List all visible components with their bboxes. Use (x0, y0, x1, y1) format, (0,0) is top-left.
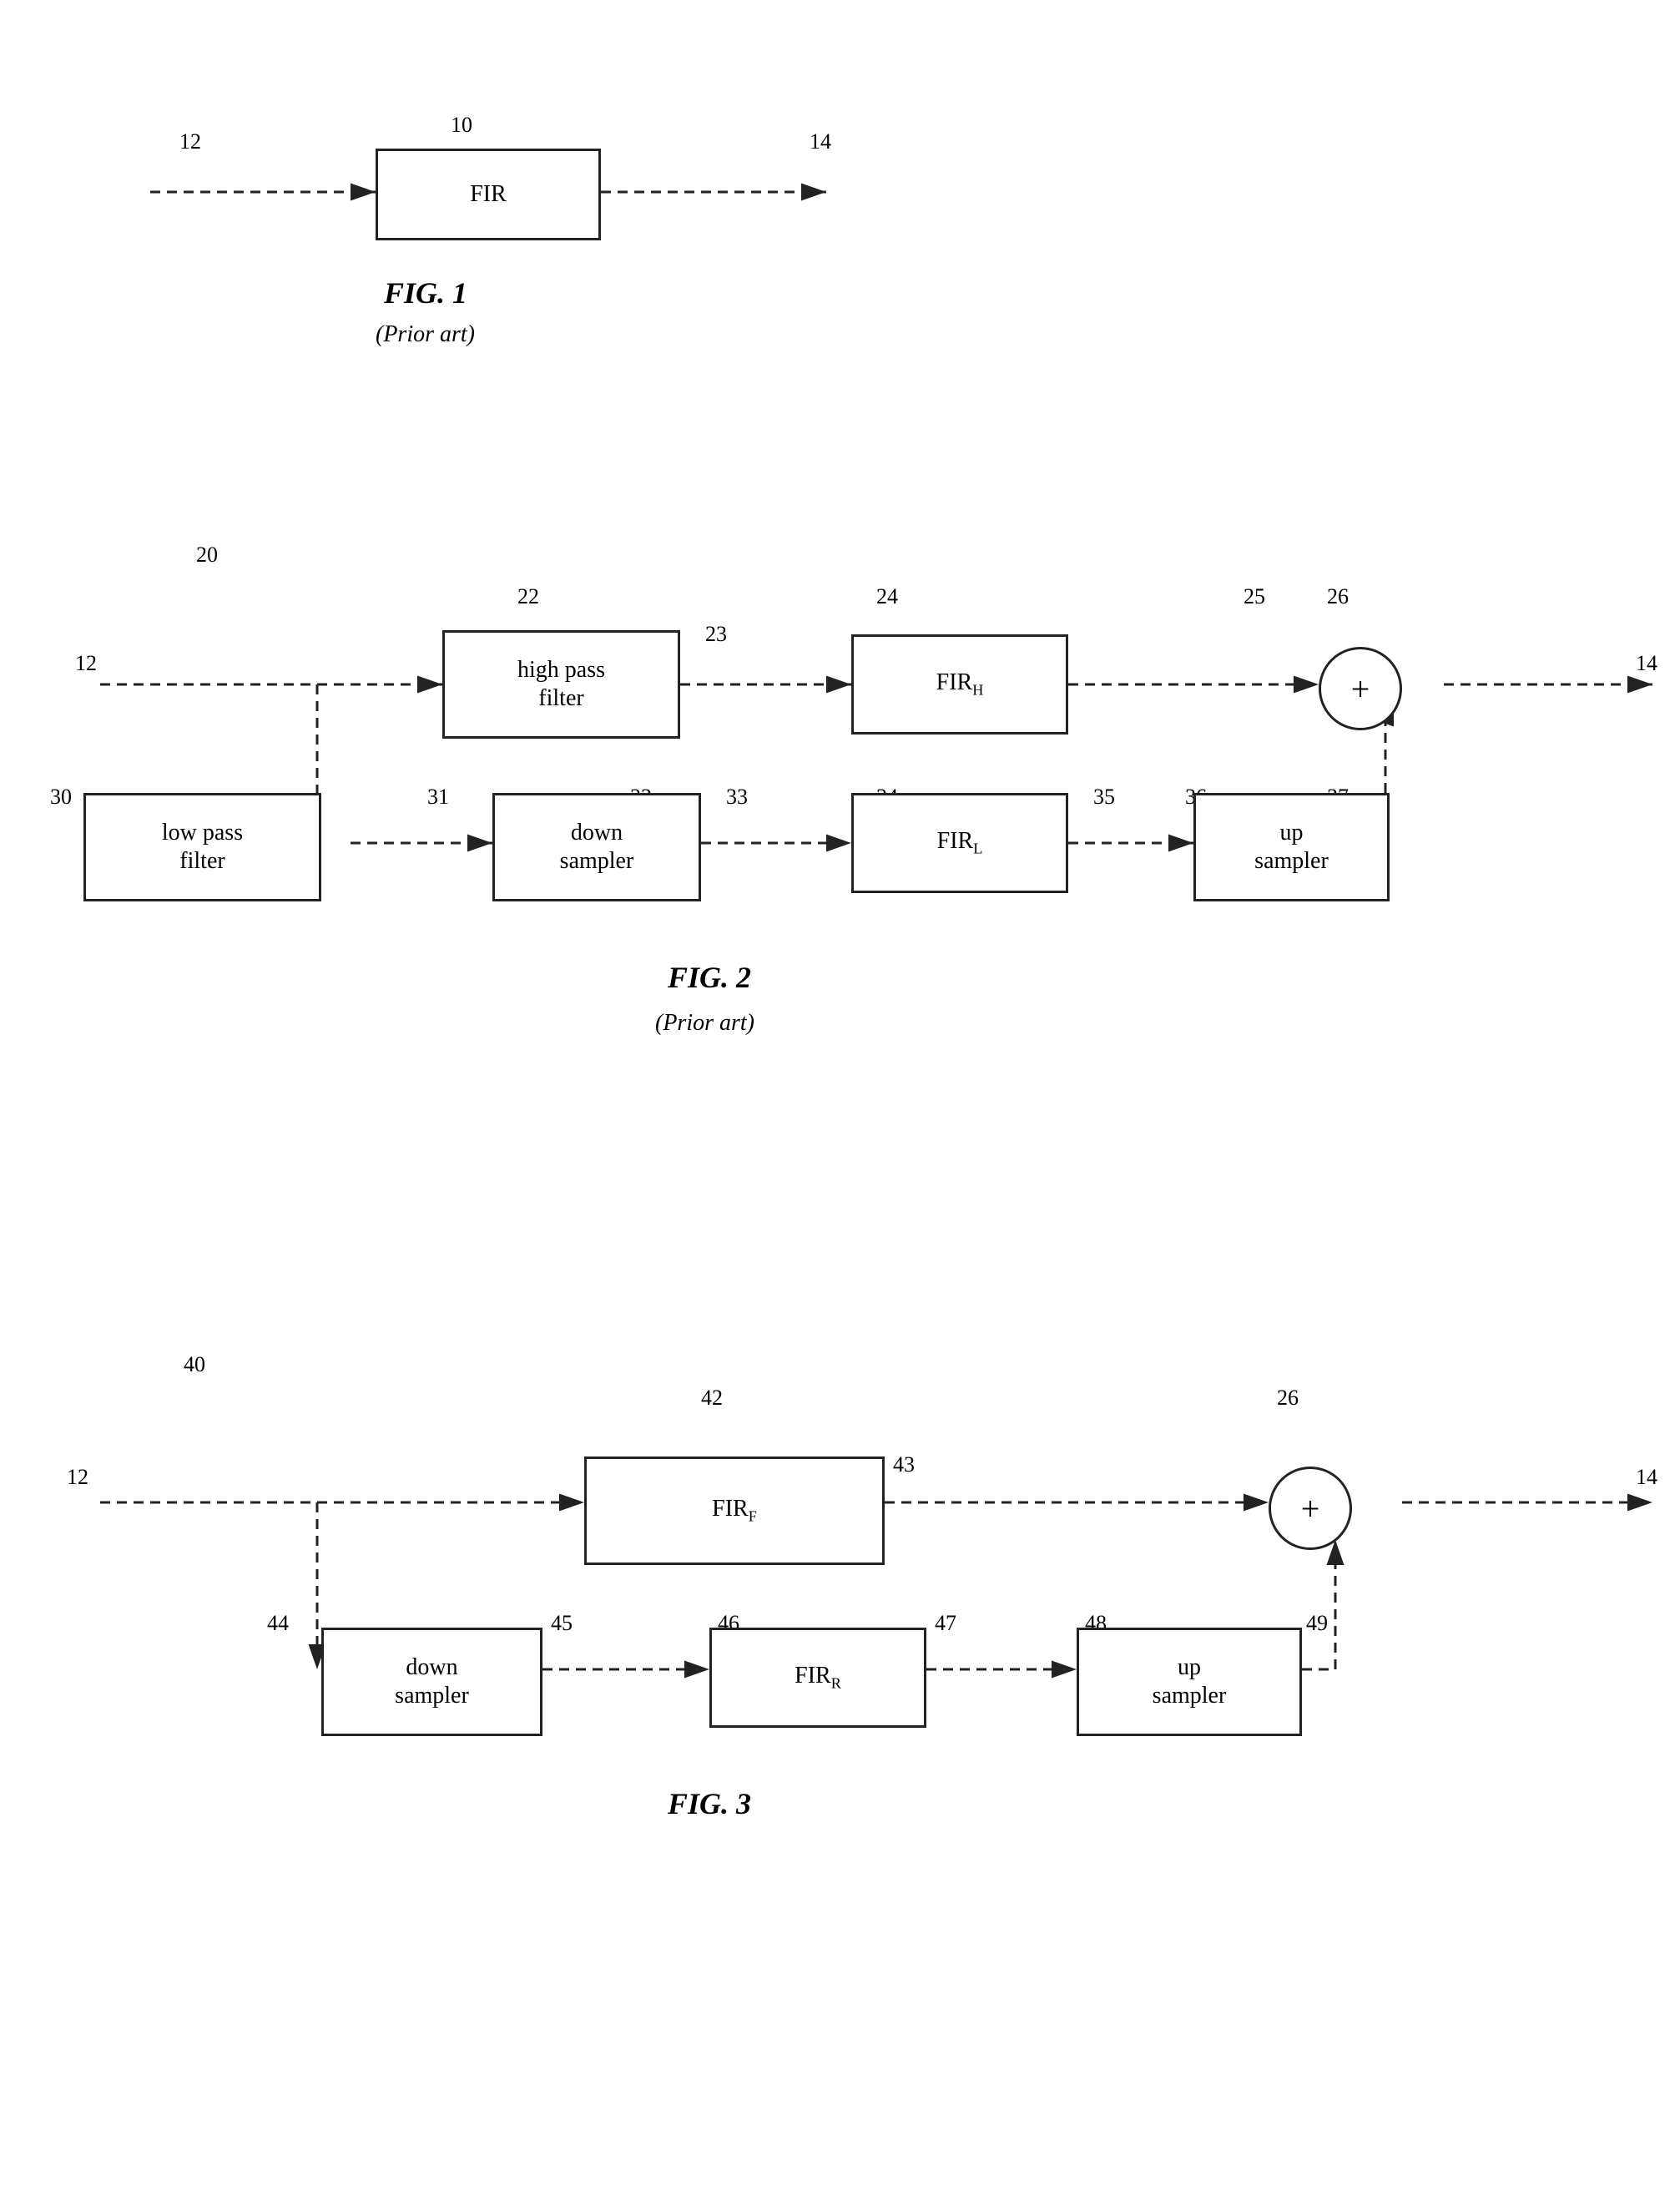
label-30: 30 (50, 785, 72, 810)
fig2-subcaption: (Prior art) (655, 1010, 754, 1037)
label-45: 45 (551, 1611, 573, 1636)
sum-circle-fig2: + (1319, 647, 1402, 730)
fig1-subcaption: (Prior art) (376, 321, 475, 348)
label-22: 22 (517, 584, 539, 609)
sum-circle-fig3: + (1269, 1467, 1352, 1550)
label-12-fig3: 12 (67, 1465, 88, 1490)
label-24: 24 (876, 584, 898, 609)
down-sampler-box-fig2: downsampler (492, 793, 701, 901)
label-26-fig2: 26 (1327, 584, 1349, 609)
fir-h-box: FIRH (851, 634, 1068, 735)
label-31: 31 (427, 785, 449, 810)
fig3-title: FIG. 3 (668, 1786, 751, 1821)
fig2-title: FIG. 2 (668, 960, 751, 995)
label-47: 47 (935, 1611, 956, 1636)
label-49: 49 (1306, 1611, 1328, 1636)
label-35: 35 (1093, 785, 1115, 810)
fir-l-box: FIRL (851, 793, 1068, 893)
low-pass-filter-box: low passfilter (83, 793, 321, 901)
label-12-fig1: 12 (179, 129, 201, 154)
label-10: 10 (451, 113, 472, 138)
fig1-title: FIG. 1 (384, 275, 467, 310)
label-42: 42 (701, 1386, 723, 1411)
down-sampler-box-fig3: downsampler (321, 1628, 542, 1736)
label-14-fig3: 14 (1636, 1465, 1657, 1490)
label-40: 40 (184, 1352, 205, 1377)
high-pass-filter-box: high passfilter (442, 630, 680, 739)
label-20: 20 (196, 543, 218, 568)
label-14-fig1: 14 (810, 129, 831, 154)
label-14-fig2: 14 (1636, 651, 1657, 676)
label-44: 44 (267, 1611, 289, 1636)
fir-r-box: FIRR (709, 1628, 926, 1728)
label-25: 25 (1244, 584, 1265, 609)
label-43: 43 (893, 1452, 915, 1477)
up-sampler-box-fig3: upsampler (1077, 1628, 1302, 1736)
label-12-fig2: 12 (75, 651, 97, 676)
up-sampler-box-fig2: upsampler (1193, 793, 1390, 901)
fir-f-box: FIRF (584, 1456, 885, 1565)
arrows-svg (0, 0, 1680, 2186)
diagram-container: 10 12 14 FIR FIG. 1 (Prior art) 20 12 22… (0, 0, 1680, 2186)
label-33: 33 (726, 785, 748, 810)
fir-box-fig1: FIR (376, 149, 601, 240)
label-23: 23 (705, 622, 727, 647)
label-26-fig3: 26 (1277, 1386, 1299, 1411)
